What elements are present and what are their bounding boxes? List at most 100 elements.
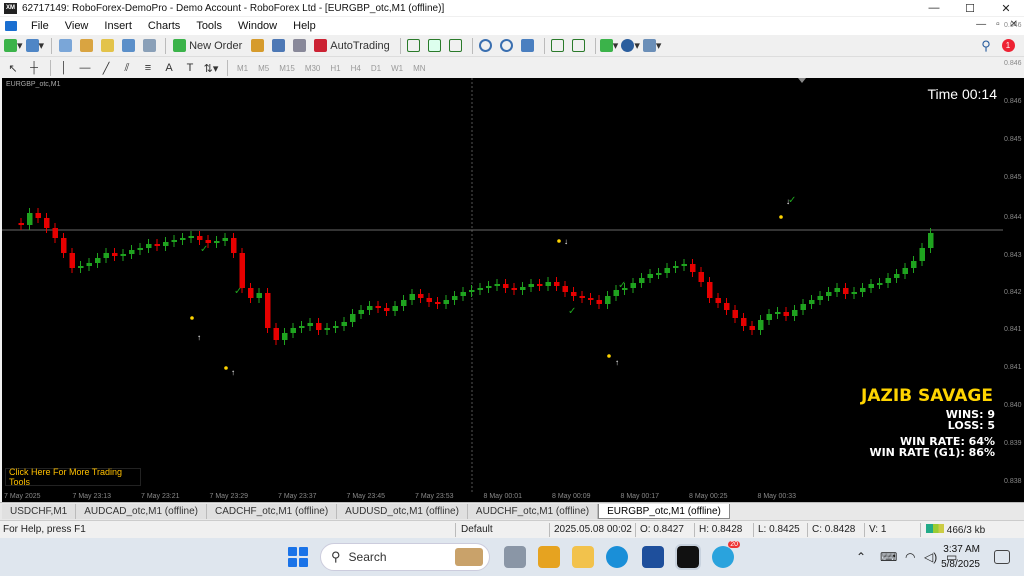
menu-tools[interactable]: Tools bbox=[188, 20, 230, 32]
candle bbox=[894, 274, 900, 278]
notifications-button[interactable]: 1 bbox=[999, 37, 1017, 55]
navigator-button[interactable] bbox=[98, 37, 116, 55]
notification-center-icon[interactable] bbox=[994, 550, 1010, 564]
text-tool[interactable]: A bbox=[160, 59, 178, 77]
timeframe-mn[interactable]: MN bbox=[408, 64, 430, 73]
zoom-out-button[interactable] bbox=[498, 37, 516, 55]
timeframe-w1[interactable]: W1 bbox=[386, 64, 408, 73]
file-explorer-icon[interactable] bbox=[572, 546, 594, 568]
candle bbox=[664, 268, 670, 273]
chart-shift-marker[interactable] bbox=[798, 78, 806, 83]
xm-app-icon[interactable] bbox=[675, 544, 701, 570]
zoom-in-button[interactable] bbox=[477, 37, 495, 55]
chart-window[interactable]: ✓ ✓ ✓ ✓ ✓ ↑ ↑ ↑ ↓ ↓ EURGBP_otc,M1 Time 00:14 JAZI… bbox=[2, 78, 1003, 502]
win-check-icon: ✓ bbox=[234, 286, 242, 297]
templates-button[interactable]: ▾ bbox=[642, 37, 661, 55]
fibonacci-tool[interactable]: ≡ bbox=[139, 59, 157, 77]
timeframe-m1[interactable]: M1 bbox=[232, 64, 253, 73]
timeframe-m30[interactable]: M30 bbox=[300, 64, 326, 73]
child-restore-button[interactable]: ▫ bbox=[996, 19, 1000, 30]
timeframe-h4[interactable]: H4 bbox=[346, 64, 366, 73]
periods-button[interactable]: ▾ bbox=[621, 37, 640, 55]
taskbar-search[interactable]: ⚲ Search bbox=[320, 543, 490, 571]
vertical-line-tool[interactable]: │ bbox=[55, 59, 73, 77]
tab-audusd[interactable]: AUDUSD_otc,M1 (offline) bbox=[337, 504, 468, 519]
signal-dot bbox=[607, 354, 611, 358]
menu-file[interactable]: File bbox=[23, 20, 57, 32]
trendline-tool[interactable]: ╱ bbox=[97, 59, 115, 77]
candle bbox=[860, 288, 866, 292]
app-icon: XM bbox=[4, 2, 17, 14]
channel-tool[interactable]: ⫽ bbox=[118, 59, 136, 77]
task-view-icon[interactable] bbox=[504, 546, 526, 568]
main-toolbar: ▾ ▾ New Order AutoTrading ▾ ▾ ▾ ⚲ 1 bbox=[0, 35, 1024, 57]
search-button[interactable]: ⚲ bbox=[977, 37, 995, 55]
p-app-icon[interactable] bbox=[642, 546, 664, 568]
menu-window[interactable]: Window bbox=[230, 20, 285, 32]
indicators-button[interactable]: ▾ bbox=[599, 37, 618, 55]
maximize-button[interactable]: ☐ bbox=[952, 0, 988, 16]
tab-eurgbp[interactable]: EURGBP_otc,M1 (offline) bbox=[598, 504, 730, 519]
tab-cadchf[interactable]: CADCHF_otc,M1 (offline) bbox=[206, 504, 338, 519]
candle bbox=[401, 300, 407, 306]
candle bbox=[180, 238, 186, 240]
notes-app-icon[interactable] bbox=[538, 546, 560, 568]
chart-shift-button[interactable] bbox=[570, 37, 588, 55]
tray-overflow-icon[interactable]: ⌃ bbox=[856, 550, 866, 564]
edge-browser-icon[interactable] bbox=[606, 546, 628, 568]
timeframe-h1[interactable]: H1 bbox=[325, 64, 345, 73]
more-tools-link[interactable]: Click Here For More Trading Tools bbox=[5, 467, 141, 487]
terminal-button[interactable] bbox=[119, 37, 137, 55]
meta-editor-button[interactable] bbox=[248, 37, 266, 55]
menu-help[interactable]: Help bbox=[285, 20, 324, 32]
bar-chart-button[interactable] bbox=[405, 37, 423, 55]
fibonacci-icon: ≡ bbox=[144, 62, 152, 74]
minimize-button[interactable]: — bbox=[916, 0, 952, 16]
market-button[interactable] bbox=[290, 37, 308, 55]
timeframe-d1[interactable]: D1 bbox=[366, 64, 386, 73]
tab-audcad[interactable]: AUDCAD_otc,M1 (offline) bbox=[76, 504, 207, 519]
taskbar-clock[interactable]: 3:37 AM 5/8/2025 bbox=[941, 542, 980, 572]
arrows-tool[interactable]: ⇅▾ bbox=[202, 59, 220, 77]
menu-charts[interactable]: Charts bbox=[140, 20, 188, 32]
autoscroll-button[interactable] bbox=[549, 37, 567, 55]
timeframe-m5[interactable]: M5 bbox=[253, 64, 274, 73]
crosshair-tool[interactable]: ┼ bbox=[25, 59, 43, 77]
tab-usdchf[interactable]: USDCHF,M1 bbox=[2, 504, 77, 519]
volume-icon[interactable]: ◁) bbox=[924, 550, 937, 564]
editor-icon bbox=[250, 39, 264, 52]
signals-button[interactable] bbox=[269, 37, 287, 55]
tile-windows-button[interactable] bbox=[519, 37, 537, 55]
menu-insert[interactable]: Insert bbox=[96, 20, 140, 32]
market-watch-button[interactable] bbox=[56, 37, 74, 55]
arrow-up-icon: ↑ bbox=[197, 333, 201, 342]
candle bbox=[724, 303, 730, 310]
cursor-tool[interactable]: ↖ bbox=[4, 59, 22, 77]
candle bbox=[154, 244, 160, 246]
label-tool[interactable]: T bbox=[181, 59, 199, 77]
candle bbox=[673, 266, 679, 268]
horizontal-line-tool[interactable]: — bbox=[76, 59, 94, 77]
new-chart-button[interactable]: ▾ bbox=[4, 37, 23, 55]
candle bbox=[902, 268, 908, 274]
telegram-icon[interactable]: 20 bbox=[712, 541, 740, 568]
candlestick-button[interactable] bbox=[426, 37, 444, 55]
tester-button[interactable] bbox=[140, 37, 158, 55]
timeframe-m15[interactable]: M15 bbox=[274, 64, 300, 73]
price-chart[interactable]: ✓✓✓✓✓↑↑↑↓↓ bbox=[2, 78, 1003, 492]
child-minimize-button[interactable]: — bbox=[976, 19, 986, 30]
keyboard-icon[interactable]: ⌨ bbox=[880, 550, 897, 564]
cursor-icon: ↖ bbox=[8, 62, 18, 75]
menu-view[interactable]: View bbox=[57, 20, 97, 32]
data-window-button[interactable] bbox=[77, 37, 95, 55]
line-chart-button[interactable] bbox=[447, 37, 465, 55]
new-order-button[interactable]: New Order bbox=[170, 37, 245, 55]
wifi-icon[interactable]: ◠ bbox=[905, 550, 915, 564]
start-button[interactable] bbox=[288, 547, 308, 567]
price-tick-label: 0.846 bbox=[1004, 22, 1022, 29]
search-placeholder: Search bbox=[348, 550, 387, 564]
auto-trading-button[interactable]: AutoTrading bbox=[311, 37, 393, 55]
tab-audchf[interactable]: AUDCHF_otc,M1 (offline) bbox=[467, 504, 599, 519]
profiles-button[interactable]: ▾ bbox=[25, 37, 44, 55]
close-button[interactable]: ✕ bbox=[988, 0, 1024, 16]
